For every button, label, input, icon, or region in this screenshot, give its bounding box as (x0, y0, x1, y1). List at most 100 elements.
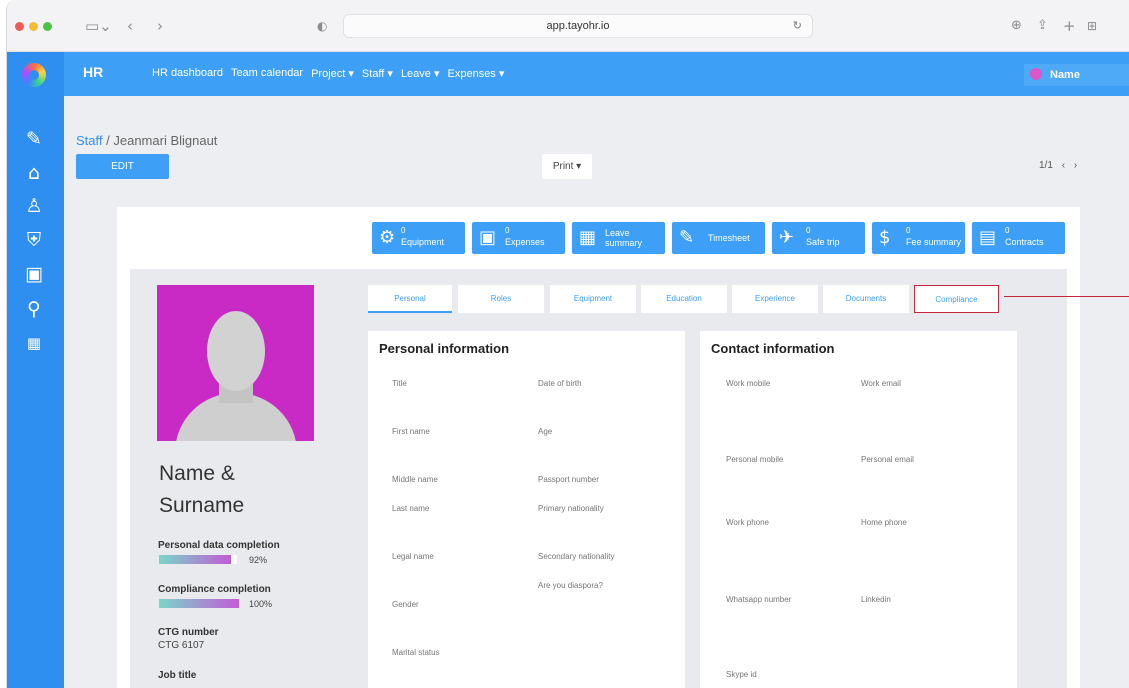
field-passport-number: Passport number (538, 475, 599, 484)
calendar-icon: ▦ (579, 227, 597, 248)
url-text: app.tayohr.io (546, 20, 610, 32)
tab-experience[interactable]: Experience (732, 285, 818, 313)
profile-name: Name & Surname (159, 458, 244, 522)
pager: 1/1 ‹ › (1039, 160, 1077, 171)
field-skype-id: Skype id (726, 670, 757, 679)
equipment-button[interactable]: ⚙ 0 Equipment (372, 222, 465, 254)
field-first-name: First name (392, 427, 430, 436)
timesheet-label: Timesheet (708, 233, 750, 243)
fee-summary-count: 0 (906, 226, 911, 235)
field-gender: Gender (392, 600, 419, 609)
equipment-label: Equipment (401, 237, 445, 247)
tab-roles[interactable]: Roles (458, 285, 544, 313)
tab-education[interactable]: Education (641, 285, 727, 313)
back-icon[interactable]: ‹ (127, 17, 133, 35)
download-icon[interactable]: ⊕ (1011, 17, 1022, 35)
tab-compliance[interactable]: Compliance (914, 285, 999, 313)
home-icon[interactable]: ⌂ (19, 161, 49, 185)
tab-documents[interactable]: Documents (823, 285, 909, 313)
avatar (1030, 68, 1042, 80)
privacy-shield-icon[interactable]: ◐ (317, 17, 327, 35)
browser-toolbar: ▭⌄ ‹ › ◐ app.tayohr.io ↻ ⊕ ⇪ + ⊞ (7, 0, 1129, 52)
equipment-icon: ⚙ (379, 227, 396, 248)
leave-summary-button[interactable]: ▦ Leave summary (572, 222, 665, 254)
dollar-icon: $ (879, 227, 891, 248)
compliance-completion-value: 100% (249, 599, 273, 609)
profile-name-line1: Name & (159, 462, 235, 485)
field-personal-email: Personal email (861, 455, 914, 464)
safe-trip-count: 0 (806, 226, 811, 235)
tab-overview-icon[interactable]: ⊞ (1087, 17, 1097, 35)
nav-staff[interactable]: Staff ▾ (362, 67, 393, 80)
callout-line (1004, 296, 1129, 297)
field-linkedin: Linkedin (861, 595, 891, 604)
nav-expenses[interactable]: Expenses ▾ (448, 67, 505, 80)
notes-icon[interactable]: ✎ (19, 127, 49, 151)
share-icon[interactable]: ⇪ (1037, 17, 1048, 35)
app-logo[interactable] (22, 63, 46, 87)
contracts-icon: ▤ (979, 227, 997, 248)
field-title: Title (392, 379, 407, 388)
nav-hr-dashboard[interactable]: HR dashboard (152, 67, 223, 80)
next-button[interactable]: › (1074, 160, 1077, 171)
expenses-count: 0 (505, 226, 510, 235)
app-section-title: HR (83, 64, 104, 80)
field-work-phone: Work phone (726, 518, 769, 527)
timesheet-icon: ✎ (679, 227, 695, 248)
field-age: Age (538, 427, 553, 436)
personal-completion-value: 92% (249, 555, 268, 565)
fee-summary-button[interactable]: $0 Fee summary (872, 222, 965, 254)
print-dropdown[interactable]: Print ▾ (542, 154, 592, 179)
field-work-email: Work email (861, 379, 901, 388)
tab-equipment[interactable]: Equipment (550, 285, 636, 313)
expenses-button[interactable]: ▣ 0 Expenses (472, 222, 565, 254)
personal-completion-label: Personal data completion (158, 540, 280, 551)
maximize-window-button[interactable] (43, 22, 52, 31)
forward-icon[interactable]: › (157, 17, 163, 35)
compliance-completion-label: Compliance completion (158, 584, 271, 595)
prev-button[interactable]: ‹ (1062, 160, 1065, 171)
report-icon[interactable]: ▦ (19, 331, 49, 355)
profile-name-line2: Surname (159, 494, 245, 517)
contracts-label: Contracts (1005, 237, 1044, 247)
profile-photo (157, 285, 314, 441)
minimize-window-button[interactable] (29, 22, 38, 31)
nav-leave[interactable]: Leave ▾ (401, 67, 440, 80)
user-name: Name (1050, 69, 1080, 81)
field-personal-mobile: Personal mobile (726, 455, 784, 464)
top-navbar: HR HR dashboard Team calendar Project ▾ … (64, 52, 1129, 96)
safe-trip-button[interactable]: ✈ 0 Safe trip (772, 222, 865, 254)
browser-window: ▭⌄ ‹ › ◐ app.tayohr.io ↻ ⊕ ⇪ + ⊞ ✎ ⌂ ♙ ⛨ … (6, 0, 1129, 688)
search-icon[interactable]: ⚲ (19, 297, 49, 321)
address-bar[interactable]: app.tayohr.io ↻ (343, 14, 813, 38)
field-secondary-nationality: Secondary nationality (538, 552, 615, 561)
nav-project[interactable]: Project ▾ (311, 67, 354, 80)
main-nav: HR dashboard Team calendar Project ▾ Sta… (152, 67, 504, 80)
shield-icon[interactable]: ⛨ (19, 228, 49, 252)
compliance-completion-fill (159, 599, 239, 608)
user-icon[interactable]: ♙ (19, 194, 49, 218)
compliance-completion-bar (159, 599, 239, 608)
close-window-button[interactable] (15, 22, 24, 31)
edit-button[interactable]: EDIT (76, 154, 169, 179)
ctg-label: CTG number (158, 627, 219, 638)
contracts-button[interactable]: ▤ 0 Contracts (972, 222, 1065, 254)
breadcrumb-staff-link[interactable]: Staff (76, 133, 103, 148)
new-tab-icon[interactable]: + (1063, 17, 1076, 35)
user-menu[interactable]: Name (1024, 64, 1129, 86)
sidebar-toggle-icon[interactable]: ▭⌄ (85, 17, 112, 35)
job-title-label: Job title (158, 670, 197, 681)
breadcrumb-current: Jeanmari Blignaut (113, 133, 218, 148)
reload-icon[interactable]: ↻ (793, 15, 802, 37)
personal-info-title: Personal information (379, 341, 510, 356)
field-middle-name: Middle name (392, 475, 438, 484)
contracts-count: 0 (1005, 226, 1010, 235)
pager-count: 1/1 (1039, 160, 1053, 171)
tab-personal[interactable]: Personal (368, 285, 452, 313)
ctg-value: CTG 6107 (158, 640, 205, 651)
timesheet-button[interactable]: ✎ Timesheet (672, 222, 765, 254)
safe-trip-label: Safe trip (806, 237, 840, 247)
money-icon[interactable]: ▣ (19, 262, 49, 286)
nav-team-calendar[interactable]: Team calendar (231, 67, 303, 80)
leave-summary-label: Leave summary (605, 228, 643, 248)
